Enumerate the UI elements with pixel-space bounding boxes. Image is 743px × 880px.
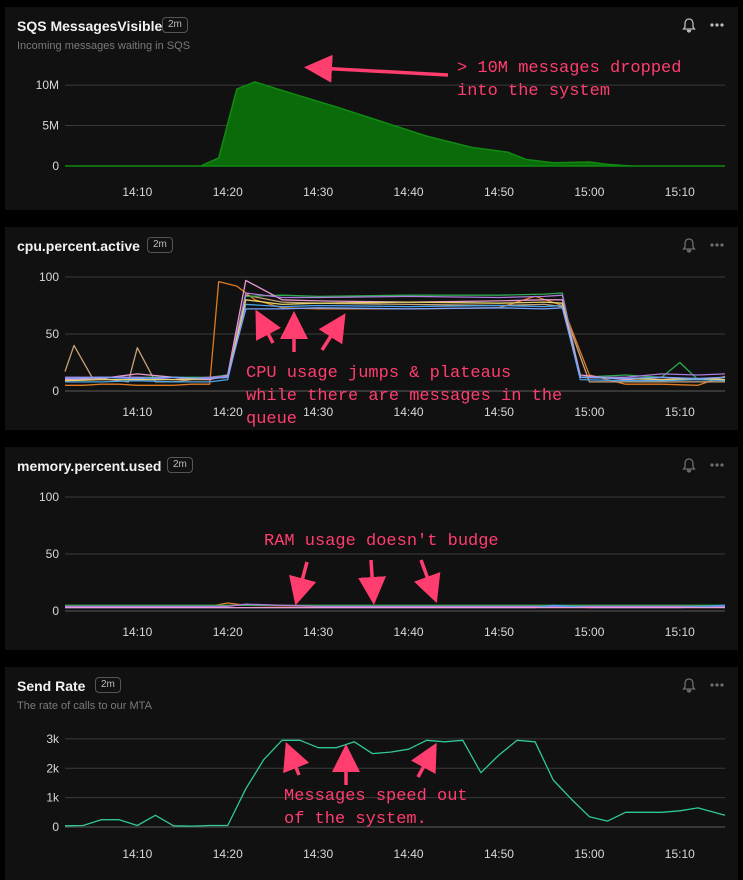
panel-title: memory.percent.used [17, 458, 162, 474]
y-tick-label: 0 [52, 604, 59, 618]
bell-icon[interactable] [680, 16, 698, 34]
bell-icon[interactable] [680, 676, 698, 694]
panel-subtitle: Incoming messages waiting in SQS [17, 40, 191, 52]
y-tick-label: 0 [52, 820, 59, 834]
panel-sqs-messages-visible: 0 5M 10M 14:10 14:20 14:30 14:40 14:50 15:00 15:1… [5, 7, 738, 210]
x-tick-label: 15:10 [665, 405, 695, 419]
panel-send-rate: 0 1k 2k 3k 14:10 14:20 14:30 14:40 14:50 15:00 15:… [5, 667, 738, 880]
x-tick-label: 15:10 [665, 625, 695, 639]
y-tick-label: 100 [39, 270, 59, 284]
panel-subtitle: The rate of calls to our MTA [17, 700, 152, 712]
chart-sqs-messages-visible: 0 5M 10M 14:10 14:20 14:30 14:40 14:50 15:00 15:1… [36, 78, 725, 199]
more-options-icon[interactable] [708, 16, 726, 34]
y-tick-label: 0 [52, 159, 59, 173]
more-options-icon[interactable] [708, 676, 726, 694]
interval-badge[interactable]: 2m [147, 237, 173, 253]
y-tick-label: 2k [46, 761, 60, 775]
annotation-send: Messages speed out of the system. [284, 787, 468, 829]
x-tick-label: 14:30 [303, 625, 333, 639]
annotation-mem: RAM usage doesn't budge [264, 532, 499, 551]
more-options-icon[interactable] [708, 456, 726, 474]
y-tick-label: 50 [46, 327, 60, 341]
interval-badge[interactable]: 2m [162, 17, 188, 33]
panel-title: Send Rate [17, 678, 86, 694]
x-tick-label: 14:50 [484, 847, 514, 861]
y-tick-label: 5M [42, 119, 59, 133]
more-options-icon[interactable] [708, 236, 726, 254]
x-tick-label: 14:40 [394, 185, 424, 199]
bell-icon[interactable] [680, 236, 698, 254]
x-tick-label: 14:10 [122, 405, 152, 419]
x-tick-label: 15:00 [574, 625, 604, 639]
y-tick-label: 1k [46, 791, 60, 805]
x-tick-label: 14:40 [394, 625, 424, 639]
chart-send-rate: 0 1k 2k 3k 14:10 14:20 14:30 14:40 14:50 15:00 15:… [46, 732, 726, 861]
x-tick-label: 15:10 [665, 847, 695, 861]
x-tick-label: 14:10 [122, 847, 152, 861]
panel-title: cpu.percent.active [17, 238, 140, 254]
x-tick-label: 14:30 [303, 185, 333, 199]
x-tick-label: 14:40 [394, 847, 424, 861]
x-tick-label: 14:20 [213, 185, 243, 199]
annotation-sqs: > 10M messages dropped into the system [457, 59, 682, 101]
panel-title: SQS MessagesVisible [17, 18, 163, 34]
bell-icon[interactable] [680, 456, 698, 474]
x-tick-label: 14:20 [213, 405, 243, 419]
x-tick-label: 14:10 [122, 185, 152, 199]
y-tick-label: 10M [36, 78, 59, 92]
x-tick-label: 15:00 [574, 185, 604, 199]
y-tick-label: 100 [39, 490, 59, 504]
x-tick-label: 15:00 [574, 847, 604, 861]
x-tick-label: 14:20 [213, 847, 243, 861]
interval-badge[interactable]: 2m [95, 677, 121, 693]
x-tick-label: 15:10 [665, 185, 695, 199]
y-tick-label: 3k [46, 732, 60, 746]
x-tick-label: 14:20 [213, 625, 243, 639]
x-tick-label: 15:00 [574, 405, 604, 419]
y-tick-label: 50 [46, 547, 60, 561]
interval-badge[interactable]: 2m [167, 457, 193, 473]
y-tick-label: 0 [52, 384, 59, 398]
annotation-cpu: CPU usage jumps & plateaus while there a… [246, 364, 563, 429]
x-tick-label: 14:30 [303, 847, 333, 861]
x-tick-label: 14:10 [122, 625, 152, 639]
x-tick-label: 14:50 [484, 185, 514, 199]
x-tick-label: 14:50 [484, 625, 514, 639]
